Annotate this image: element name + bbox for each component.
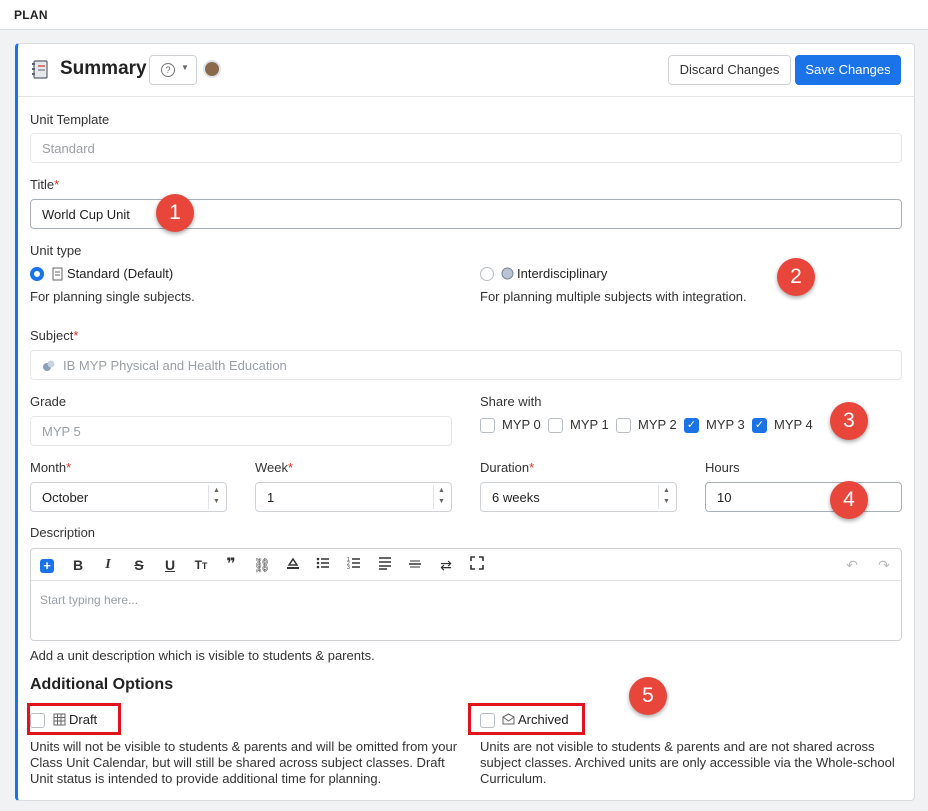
callout-1: 1 [156,194,194,232]
interdisciplinary-option-label[interactable]: Interdisciplinary [517,266,607,281]
subject-icon [43,360,55,371]
radio-standard[interactable] [30,267,44,281]
checkmark-icon: ✓ [754,419,765,431]
link-icon[interactable]: ⛓ [252,555,272,575]
draft-highlight [27,703,121,735]
share-checkbox-myp4[interactable]: ✓ [752,418,767,433]
fullscreen-icon[interactable] [467,555,487,575]
checkmark-icon: ✓ [686,419,697,431]
svg-text:3: 3 [347,565,350,570]
add-block-icon[interactable]: + [37,555,57,575]
share-label-myp3: MYP 3 [706,417,745,432]
unit-type-label: Unit type [30,243,82,258]
underline-icon[interactable]: U [160,555,180,575]
share-with-label: Share with [480,394,542,409]
unit-template-label: Unit Template [30,112,110,127]
unit-template-field: Standard [30,133,902,163]
discard-changes-button[interactable]: Discard Changes [668,55,791,85]
share-label-myp0: MYP 0 [502,417,541,432]
italic-icon[interactable]: I [98,555,118,575]
quote-icon[interactable]: ❞ [221,555,241,575]
standard-option-label[interactable]: Standard (Default) [67,266,173,281]
share-checkbox-myp2[interactable] [616,418,631,433]
share-checkbox-myp0[interactable] [480,418,495,433]
description-help: Add a unit description which is visible … [30,648,375,663]
save-changes-button[interactable]: Save Changes [795,55,901,85]
grade-field: MYP 5 [30,416,452,446]
additional-options-heading: Additional Options [30,676,174,693]
share-checkbox-myp3[interactable]: ✓ [684,418,699,433]
subject-field: IB MYP Physical and Health Education [30,350,902,380]
page-title: Summary [60,58,147,79]
title-label: Title* [30,177,60,192]
question-circle-icon: ? [161,63,175,77]
document-icon [52,267,63,281]
chevron-down-icon: ▼ [181,63,189,72]
editor-toolbar: + B I S U TT ❞ ⛓ 123 ⇄ ↶ ↷ [31,549,901,581]
share-checkbox-myp1[interactable] [548,418,563,433]
share-label-myp2: MYP 2 [638,417,677,432]
draft-help: Units will not be visible to students & … [30,739,458,786]
notebook-icon [32,60,48,79]
redo-icon[interactable]: ↷ [874,555,894,575]
hours-label: Hours [705,460,740,475]
align-icon[interactable] [375,555,395,575]
grade-label: Grade [30,394,67,409]
share-label-myp1: MYP 1 [570,417,609,432]
standard-option-description: For planning single subjects. [30,289,195,304]
archived-help: Units are not visible to students & pare… [480,739,895,786]
select-arrows-icon: ▲ ▼ [208,485,224,509]
strikethrough-icon[interactable]: S [129,555,149,575]
duration-select[interactable]: 6 weeks ▲ ▼ [480,482,677,512]
help-dropdown[interactable]: ? ▼ [149,55,197,85]
description-label: Description [30,525,96,540]
share-label-myp4: MYP 4 [774,417,813,432]
callout-3: 3 [830,402,868,440]
description-editor: + B I S U TT ❞ ⛓ 123 ⇄ ↶ ↷ Start typing … [30,548,902,641]
subject-value: IB MYP Physical and Health Education [63,358,287,373]
embed-icon[interactable]: ⇄ [436,555,456,575]
week-select[interactable]: 1 ▲ ▼ [255,482,452,512]
select-arrows-icon: ▲ ▼ [433,485,449,509]
undo-icon[interactable]: ↶ [842,555,862,575]
top-bar: PLAN [0,0,928,30]
highlight-icon[interactable] [283,555,303,575]
callout-4: 4 [830,481,868,519]
week-value: 1 [267,490,275,505]
bold-icon[interactable]: B [68,555,88,575]
week-label: Week* [255,460,294,475]
month-label: Month* [30,460,72,475]
callout-5: 5 [629,677,667,715]
callout-2: 2 [777,258,815,296]
duration-value: 6 weeks [492,490,540,505]
month-select[interactable]: October ▲ ▼ [30,482,227,512]
summary-card: Summary ? ▼ Discard Changes Save Changes… [15,43,915,801]
hours-input[interactable]: 10 [705,482,902,512]
globe-icon [501,267,514,280]
text-size-icon[interactable]: TT [191,555,211,575]
avatar[interactable] [203,60,221,78]
archived-highlight [468,703,585,735]
month-value: October [42,490,89,505]
numbered-list-icon[interactable]: 123 [344,555,364,575]
card-header: Summary ? ▼ Discard Changes Save Changes [18,44,914,97]
horizontal-rule-icon[interactable] [405,555,425,575]
bullet-list-icon[interactable] [313,555,333,575]
subject-label: Subject* [30,328,79,343]
section-title: PLAN [14,8,48,22]
interdisciplinary-option-description: For planning multiple subjects with inte… [480,289,747,304]
radio-interdisciplinary[interactable] [480,267,494,281]
description-placeholder[interactable]: Start typing here... [40,593,138,607]
duration-label: Duration* [480,460,535,475]
select-arrows-icon: ▲ ▼ [658,485,674,509]
